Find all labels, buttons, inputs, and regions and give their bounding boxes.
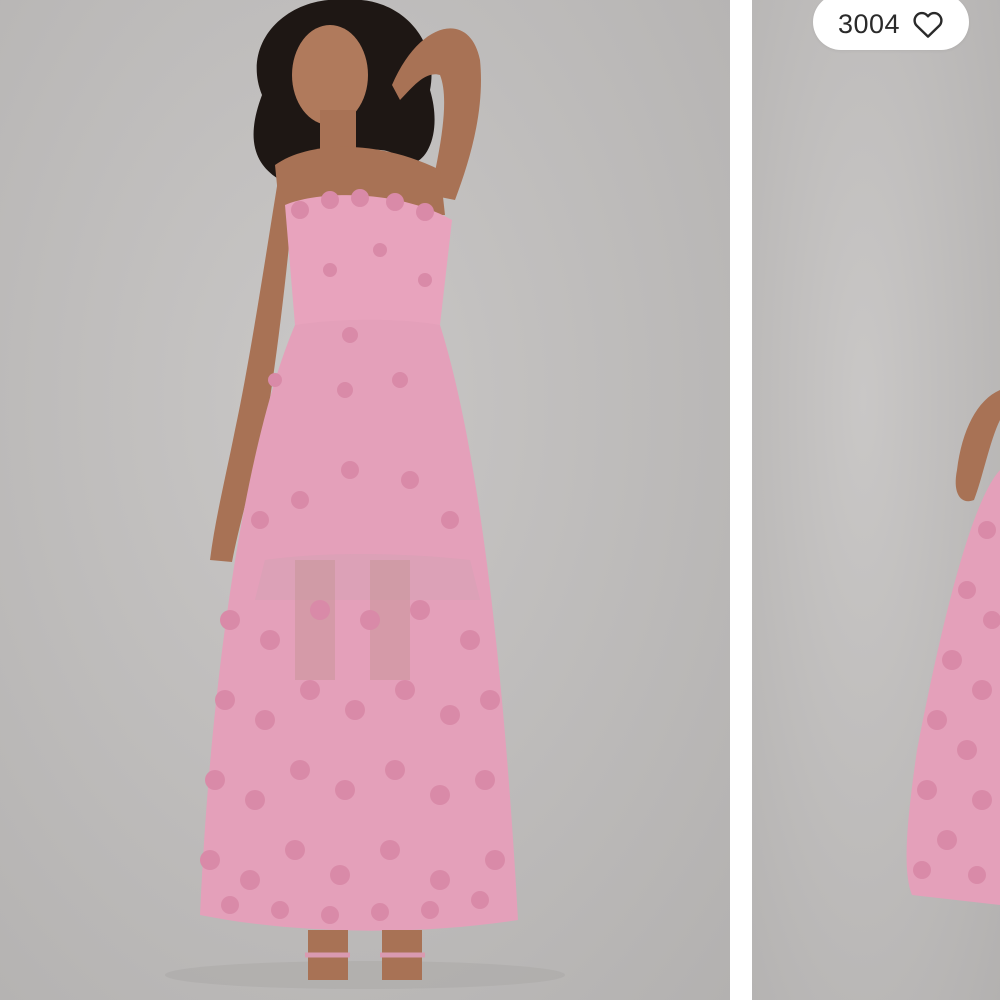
product-image-next[interactable] (752, 0, 1000, 1000)
heart-outline-icon (912, 5, 944, 39)
model-photo-illustration-side (906, 390, 1000, 905)
like-button[interactable]: 3004 (813, 0, 969, 50)
like-count: 3004 (837, 8, 901, 39)
product-image-main[interactable] (0, 0, 730, 1000)
image-carousel[interactable]: 3004 (0, 0, 1000, 1000)
model-photo-illustration (165, 0, 565, 989)
